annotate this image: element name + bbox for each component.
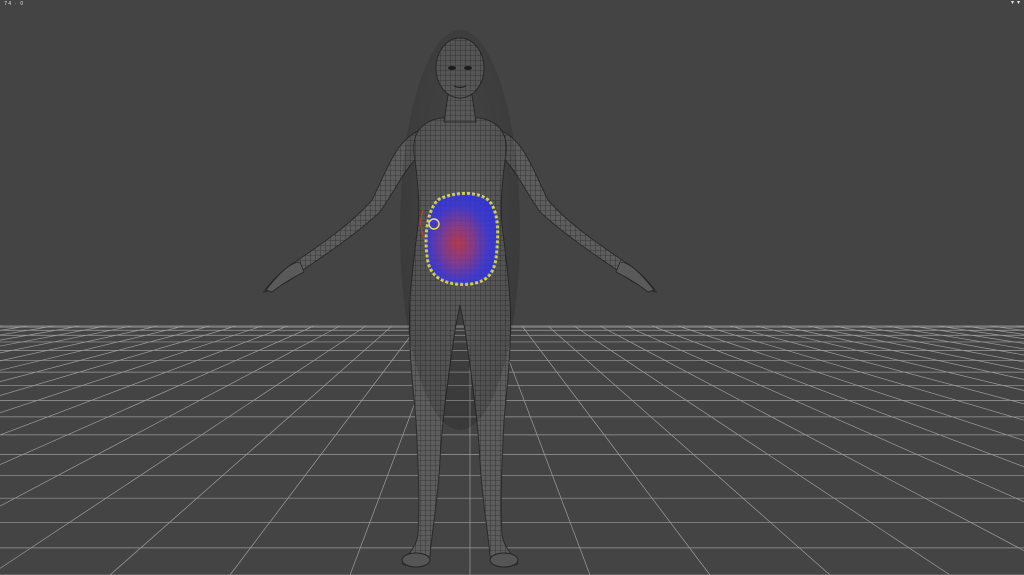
left-foot: [401, 552, 431, 568]
viewport-corner-controls: ▾ ▾: [1010, 0, 1021, 6]
character-mesh[interactable]: [262, 30, 658, 568]
weight-paint-region[interactable]: [424, 192, 500, 286]
floor-grid: [0, 325, 1024, 575]
left-hand: [265, 261, 305, 293]
3d-viewport[interactable]: 74 · 0 ▾ ▾: [0, 0, 1024, 575]
scene-canvas[interactable]: [0, 0, 1024, 575]
expand-icon[interactable]: ▾: [1010, 0, 1015, 6]
right-hand: [615, 261, 655, 293]
viewport-stats: 74 · 0: [4, 1, 25, 7]
chevron-down-icon[interactable]: ▾: [1016, 0, 1021, 6]
right-foot: [489, 552, 519, 568]
